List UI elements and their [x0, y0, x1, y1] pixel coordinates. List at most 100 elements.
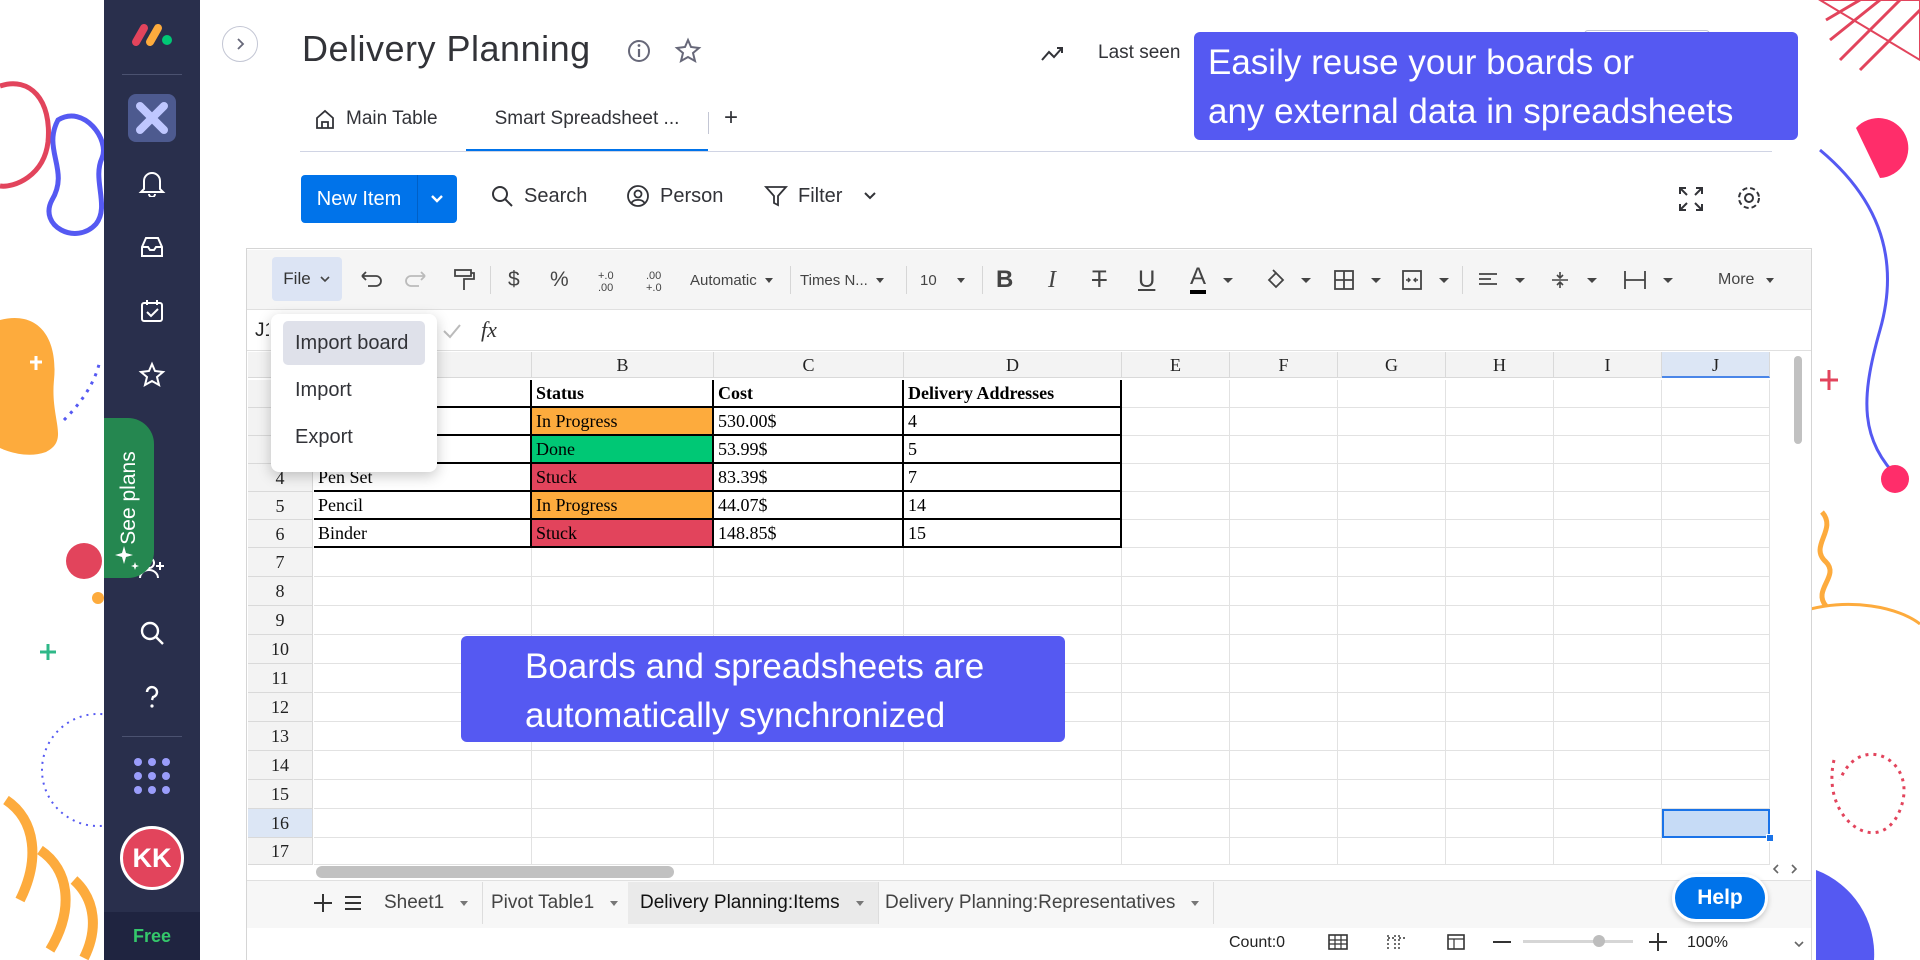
grid-cell[interactable]	[1446, 492, 1554, 520]
grid-cell[interactable]	[1122, 606, 1230, 635]
grid-cell[interactable]: 530.00$	[714, 408, 904, 436]
scroll-arrows-icon[interactable]	[1770, 862, 1800, 876]
caret-down-icon[interactable]	[1370, 266, 1382, 294]
row-header[interactable]: 12	[248, 693, 313, 722]
grid-cell[interactable]	[1338, 693, 1446, 722]
caret-down-icon[interactable]	[1662, 266, 1674, 294]
normal-view-icon[interactable]	[1327, 932, 1349, 952]
grid-cell[interactable]	[1662, 780, 1770, 809]
grid-cell[interactable]	[1230, 548, 1338, 577]
column-header[interactable]: B	[532, 352, 714, 378]
info-icon[interactable]	[626, 38, 652, 64]
search-button[interactable]: Search	[490, 184, 587, 208]
board-title[interactable]: Delivery Planning	[302, 28, 591, 70]
text-wrap-icon[interactable]	[1622, 266, 1648, 294]
settings-gear-icon[interactable]	[1736, 185, 1762, 211]
grid-cell[interactable]	[1446, 722, 1554, 751]
grid-cell[interactable]	[904, 548, 1122, 577]
sheet-tab[interactable]: Sheet1	[372, 882, 484, 924]
grid-cell[interactable]	[1662, 838, 1770, 865]
import-option[interactable]: Import	[283, 368, 425, 412]
grid-cell[interactable]	[1230, 693, 1338, 722]
person-filter-button[interactable]: Person	[626, 184, 723, 208]
status-cell[interactable]: Done	[532, 436, 714, 464]
table-header-cell[interactable]	[1446, 380, 1554, 408]
grid-cell[interactable]	[1230, 577, 1338, 606]
grid-cell[interactable]	[314, 577, 532, 606]
status-cell[interactable]: In Progress	[532, 408, 714, 436]
grid-cell[interactable]	[532, 606, 714, 635]
grid-cell[interactable]	[1230, 722, 1338, 751]
grid-cell[interactable]	[1338, 664, 1446, 693]
grid-cell[interactable]	[1446, 693, 1554, 722]
grid-cell[interactable]	[1554, 492, 1662, 520]
grid-cell[interactable]	[532, 780, 714, 809]
sheet-tab[interactable]: Pivot Table1	[479, 882, 634, 924]
last-seen-label[interactable]: Last seen	[1098, 42, 1180, 64]
grid-cell[interactable]	[1338, 838, 1446, 865]
grid-cell[interactable]	[714, 780, 904, 809]
table-header-cell[interactable]	[1662, 380, 1770, 408]
text-color-button[interactable]: A	[1190, 263, 1207, 294]
grid-cell[interactable]: 15	[904, 520, 1122, 548]
table-header-cell[interactable]	[1338, 380, 1446, 408]
grid-cell[interactable]	[1446, 464, 1554, 492]
table-header-cell[interactable]: Cost	[714, 380, 904, 408]
table-header-cell[interactable]: Delivery Addresses	[904, 380, 1122, 408]
grid-cell[interactable]	[1122, 751, 1230, 780]
grid-cell[interactable]	[1122, 780, 1230, 809]
see-plans-button[interactable]: See plans	[104, 418, 154, 578]
percent-format-button[interactable]: %	[550, 266, 569, 294]
grid-cell[interactable]	[1554, 838, 1662, 865]
grid-cell[interactable]	[314, 780, 532, 809]
plan-badge[interactable]: Free	[104, 912, 200, 960]
grid-cell[interactable]	[1338, 520, 1446, 548]
fullscreen-icon[interactable]	[1678, 186, 1704, 212]
workspace-switcher[interactable]	[128, 94, 176, 142]
sheet-tab[interactable]: Delivery Planning:Representatives	[873, 882, 1215, 924]
caret-down-icon[interactable]	[1514, 266, 1526, 294]
grid-cell[interactable]	[1662, 664, 1770, 693]
vertical-align-icon[interactable]	[1548, 266, 1572, 294]
grid-cell[interactable]	[1554, 464, 1662, 492]
grid-cell[interactable]	[1554, 722, 1662, 751]
sheet-list-icon[interactable]	[342, 892, 364, 914]
activity-icon[interactable]	[1040, 42, 1064, 66]
filter-button[interactable]: Filter	[764, 184, 878, 208]
column-header[interactable]: D	[904, 352, 1122, 378]
grid-cell[interactable]	[1338, 464, 1446, 492]
row-header[interactable]: 9	[248, 606, 313, 635]
new-item-button[interactable]: New Item	[301, 175, 457, 223]
grid-cell[interactable]	[1446, 577, 1554, 606]
add-view-button[interactable]: +	[724, 104, 738, 132]
grid-cell[interactable]	[1662, 751, 1770, 780]
user-avatar[interactable]: KK	[120, 826, 184, 890]
currency-format-button[interactable]: $	[508, 266, 520, 294]
vertical-scrollbar[interactable]	[1794, 356, 1802, 444]
help-center-button[interactable]	[128, 673, 176, 721]
grid-cell[interactable]	[314, 838, 532, 865]
grid-cell[interactable]	[1662, 809, 1770, 838]
table-header-cell[interactable]	[1554, 380, 1662, 408]
column-header[interactable]: I	[1554, 352, 1662, 378]
grid-cell[interactable]	[1662, 548, 1770, 577]
row-header[interactable]: 15	[248, 780, 313, 809]
grid-cell[interactable]	[1122, 693, 1230, 722]
grid-cell[interactable]	[1338, 780, 1446, 809]
grid-cell[interactable]	[1122, 520, 1230, 548]
column-header[interactable]: F	[1230, 352, 1338, 378]
grid-cell[interactable]	[1230, 664, 1338, 693]
grid-cell[interactable]	[314, 548, 532, 577]
table-header-cell[interactable]	[1122, 380, 1230, 408]
grid-cell[interactable]	[1554, 809, 1662, 838]
chevron-down-icon[interactable]	[1793, 938, 1805, 950]
grid-cell[interactable]	[1122, 492, 1230, 520]
grid-cell[interactable]	[1554, 635, 1662, 664]
grid-cell[interactable]	[1446, 635, 1554, 664]
grid-cell[interactable]: 4	[904, 408, 1122, 436]
row-header[interactable]: 17	[248, 838, 313, 865]
file-menu-button[interactable]: File	[272, 257, 342, 301]
row-header[interactable]: 8	[248, 577, 313, 606]
caret-down-icon[interactable]	[1586, 266, 1598, 294]
cell-reference[interactable]: J1	[255, 320, 269, 342]
